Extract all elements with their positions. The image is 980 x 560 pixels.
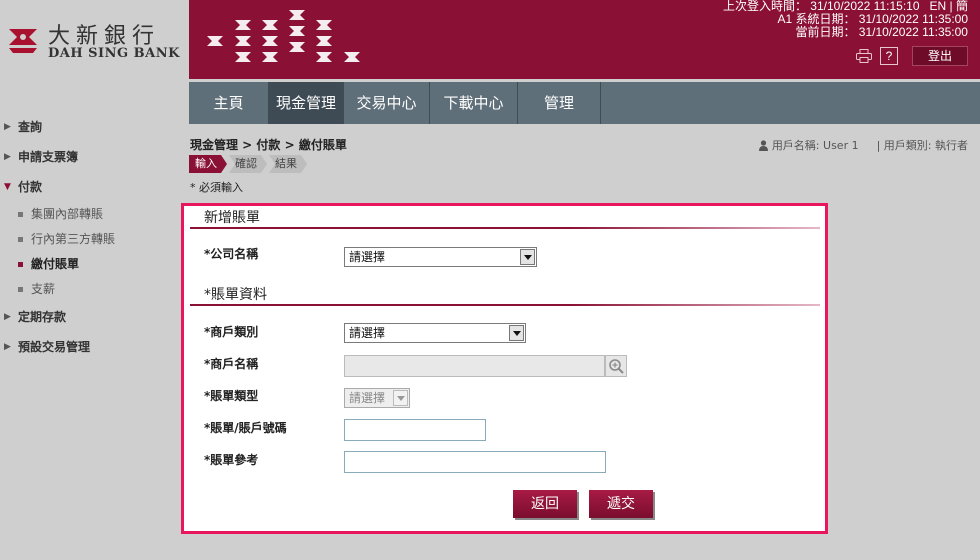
- company-name-value: 請選擇: [349, 250, 386, 264]
- company-name-select[interactable]: 請選擇: [344, 247, 537, 267]
- help-icon[interactable]: ?: [880, 47, 898, 65]
- bill-type-label: *賬單類型: [204, 389, 259, 403]
- section-divider: [190, 304, 820, 306]
- sidebar-item-label: 預設交易管理: [18, 340, 91, 354]
- nav-download-center[interactable]: 下載中心: [430, 82, 518, 124]
- sidebar-subitem-third-party[interactable]: 行內第三方轉賬: [0, 227, 188, 252]
- sidebar-subitem-bill-payment[interactable]: 繳付賬單: [0, 252, 188, 277]
- nav-transaction-center[interactable]: 交易中心: [344, 82, 430, 124]
- triangle-right-icon: ▶: [4, 312, 11, 322]
- chevron-down-icon: [393, 390, 408, 406]
- step-result: 結果: [269, 155, 307, 173]
- user-role-text: | 用戶類別: 執行者: [876, 139, 968, 152]
- merchant-search-button[interactable]: [605, 355, 627, 377]
- bill-form-panel: 新增賬單 *公司名稱 請選擇 *賬單資料 *商戶類別 請選擇 *商戶名稱 *賬單…: [181, 203, 828, 534]
- section-title-bill-info: *賬單資料: [204, 287, 267, 303]
- bank-logo-icon: [9, 29, 37, 53]
- nav-management[interactable]: 管理: [518, 82, 601, 124]
- merchant-type-select[interactable]: 請選擇: [344, 323, 526, 343]
- nav-home[interactable]: 主頁: [189, 82, 269, 124]
- account-number-label: *賬單/賬戶號碼: [204, 421, 287, 435]
- sidebar-item-chequebook[interactable]: ▶ 申請支票簿: [0, 142, 188, 172]
- sidebar-item-time-deposit[interactable]: ▶ 定期存款: [0, 302, 188, 332]
- user-name-text: 用戶名稱: User 1: [771, 139, 859, 152]
- bullet-icon: [18, 287, 23, 292]
- nav-cash-management[interactable]: 現金管理: [269, 82, 344, 124]
- triangle-right-icon: ▶: [4, 342, 11, 352]
- user-icon: [758, 139, 768, 151]
- printer-icon[interactable]: [856, 49, 872, 63]
- submit-button[interactable]: 遞交: [589, 490, 653, 518]
- sidebar: ▶ 查詢 ▶ 申請支票簿 ▼ 付款 集團內部轉賬 行內第三方轉賬 繳付賬單 支薪 ▶ 定…: [0, 112, 188, 362]
- sidebar-item-payment[interactable]: ▼ 付款: [0, 172, 188, 202]
- step-confirm: 確認: [229, 155, 267, 173]
- account-number-input[interactable]: [344, 419, 486, 441]
- bill-reference-label: *賬單參考: [204, 453, 259, 467]
- logo: 大新銀行 DAH SING BANK: [0, 0, 188, 78]
- sidebar-subitem-label: 行內第三方轉賬: [31, 232, 116, 246]
- logo-english: DAH SING BANK: [48, 46, 180, 61]
- merchant-type-label: *商戶類別: [204, 325, 259, 339]
- sidebar-subitem-intragroup[interactable]: 集團內部轉賬: [0, 202, 188, 227]
- main-nav: 主頁 現金管理 交易中心 下載中心 管理: [189, 82, 980, 124]
- current-date-text: 當前日期： 31/10/2022 11:35:00: [795, 25, 968, 39]
- sidebar-item-query[interactable]: ▶ 查詢: [0, 112, 188, 142]
- bill-type-select: 請選擇: [344, 388, 410, 408]
- progress-steps: 輸入 確認 結果: [189, 155, 309, 173]
- bullet-icon: [18, 262, 23, 267]
- sidebar-subitem-label: 支薪: [31, 282, 56, 296]
- sidebar-subitem-label: 繳付賬單: [31, 257, 80, 271]
- sidebar-item-preset[interactable]: ▶ 預設交易管理: [0, 332, 188, 362]
- sidebar-subitem-label: 集團內部轉賬: [31, 207, 104, 221]
- chevron-down-icon: [520, 249, 535, 265]
- triangle-right-icon: ▶: [4, 152, 11, 162]
- header: 上次登入時間： 31/10/2022 11:15:10 EN | 簡 A1 系統日…: [189, 0, 980, 79]
- bullet-icon: [18, 237, 23, 242]
- back-button[interactable]: 返回: [513, 490, 577, 518]
- sidebar-item-label: 查詢: [18, 120, 43, 134]
- user-info: 用戶名稱: User 1 | 用戶類別: 執行者: [758, 137, 968, 153]
- company-name-label: *公司名稱: [204, 247, 259, 261]
- merchant-name-label: *商戶名稱: [204, 357, 259, 371]
- sidebar-item-label: 定期存款: [18, 310, 67, 324]
- header-tools: ? 登出: [856, 46, 968, 66]
- merchant-name-input: [344, 355, 605, 377]
- step-input: 輸入: [189, 155, 227, 173]
- header-info: 上次登入時間： 31/10/2022 11:15:10 EN | 簡 A1 系統日…: [723, 0, 968, 39]
- bill-reference-input[interactable]: [344, 451, 606, 473]
- bill-type-value: 請選擇: [349, 391, 386, 405]
- brand-pattern-icon: [207, 10, 360, 62]
- triangle-down-icon: ▼: [4, 182, 11, 192]
- merchant-type-value: 請選擇: [349, 326, 386, 340]
- logout-button[interactable]: 登出: [912, 46, 968, 66]
- magnifier-plus-icon: [609, 359, 624, 374]
- sidebar-item-label: 付款: [18, 180, 43, 194]
- section-title-new-bill: 新增賬單: [204, 210, 260, 226]
- sidebar-item-label: 申請支票簿: [18, 150, 79, 164]
- bullet-icon: [18, 212, 23, 217]
- section-divider: [190, 227, 820, 229]
- chevron-down-icon: [509, 325, 524, 341]
- required-note: * 必須輸入: [190, 181, 243, 194]
- triangle-right-icon: ▶: [4, 122, 11, 132]
- sidebar-subitem-payroll[interactable]: 支薪: [0, 277, 188, 302]
- breadcrumb: 現金管理 > 付款 > 繳付賬單: [190, 138, 347, 152]
